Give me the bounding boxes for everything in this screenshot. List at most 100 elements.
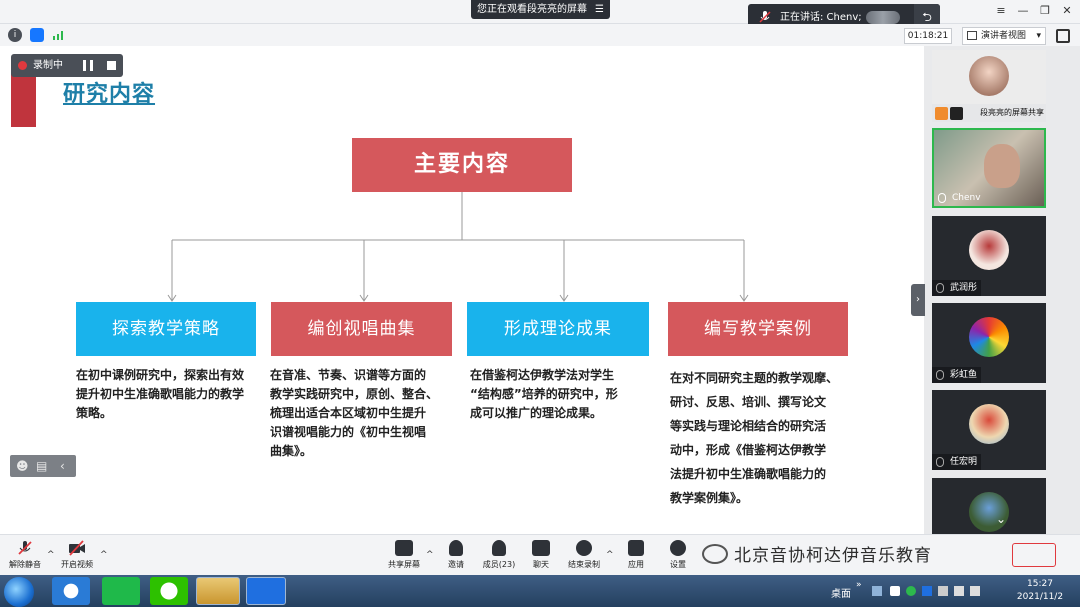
share-screen-label: 共享屏幕: [388, 560, 420, 569]
tray-app-icon[interactable]: [890, 586, 900, 596]
file-explorer-icon[interactable]: [196, 577, 240, 605]
speaker-icon[interactable]: [970, 586, 980, 596]
video-off-icon: [69, 540, 85, 556]
slide-annotation-controls[interactable]: ☻ ▤ ‹: [10, 455, 76, 477]
participant-name: Chenv: [952, 193, 981, 203]
minimize-button[interactable]: —: [1014, 4, 1032, 17]
recording-indicator: 录制中: [11, 54, 123, 77]
fullscreen-icon[interactable]: [1056, 29, 1070, 43]
invite-label: 邀请: [448, 560, 464, 569]
settings-label: 设置: [670, 560, 686, 569]
avatar: [969, 404, 1009, 444]
chevron-down-icon: ▾: [1036, 31, 1041, 41]
presenter-view-dropdown[interactable]: 演讲者视图 ▾: [962, 27, 1046, 45]
menu-icon[interactable]: ☰: [595, 0, 604, 19]
participant-name: 任宏明: [932, 454, 982, 470]
close-button[interactable]: ✕: [1058, 4, 1076, 17]
participant-tile[interactable]: Chenv: [932, 128, 1046, 208]
category-strategy: 探索教学策略: [76, 302, 256, 356]
pause-icon[interactable]: [83, 60, 93, 71]
settings-button[interactable]: 设置: [657, 540, 699, 570]
chevron-left-icon[interactable]: ‹: [60, 459, 65, 473]
end-recording-label: 结束录制: [568, 560, 600, 569]
restore-button[interactable]: ❐: [1036, 4, 1054, 17]
blurred-name: [866, 11, 900, 24]
desc-strategy: 在初中课例研究中，探索出有效 提升初中生准确歌唱能力的教学 策略。: [76, 368, 245, 420]
apps-label: 应用: [628, 560, 644, 569]
chat-button[interactable]: 聊天: [520, 540, 562, 570]
unmute-label: 解除静音: [9, 560, 41, 569]
category-cases: 编写教学案例: [668, 302, 848, 356]
presenter-view-label: 演讲者视图: [981, 31, 1027, 41]
more-menu-icon[interactable]: ≡: [992, 4, 1010, 17]
recording-label: 录制中: [33, 60, 63, 71]
shield-icon[interactable]: [30, 28, 44, 42]
watermark-text: 北京音协柯达伊音乐教育: [734, 546, 932, 566]
start-video-button[interactable]: 开启视频: [56, 540, 98, 570]
signal-icon[interactable]: [52, 29, 66, 41]
start-button[interactable]: [4, 577, 34, 607]
screen-share-icon: [950, 107, 963, 120]
share-screen-icon: [395, 540, 413, 556]
browser-app-icon[interactable]: [52, 577, 90, 605]
chevron-up-icon[interactable]: ^: [426, 550, 434, 560]
chat-label: 聊天: [533, 560, 549, 569]
participant-tile[interactable]: 段亮亮的屏幕共享: [932, 50, 1046, 122]
scroll-down-icon[interactable]: ⌄: [986, 512, 1016, 530]
shared-screen: 研究内容 主要内容 探索教学策略 编创视唱曲集 形成理论成果 编写教学案例 在初…: [0, 46, 924, 534]
face-icon[interactable]: ☻: [16, 459, 29, 473]
gear-icon: [670, 540, 686, 556]
system-clock[interactable]: 15:27 2021/11/2: [1010, 578, 1070, 604]
viewing-banner[interactable]: 您正在观看段亮亮的屏幕 ☰: [471, 0, 610, 19]
layout-icon: [967, 31, 977, 40]
meeting-tray-icon[interactable]: [922, 586, 932, 596]
chevron-right-icon[interactable]: »: [856, 580, 862, 590]
participant-tile[interactable]: 任宏明: [932, 390, 1046, 470]
participant-tile[interactable]: 彩虹鱼: [932, 303, 1046, 383]
network-icon[interactable]: [938, 586, 948, 596]
avatar: [984, 144, 1020, 188]
host-icon: [935, 107, 948, 120]
clock-date: 2021/11/2: [1016, 592, 1064, 602]
keyboard-icon[interactable]: ▤: [36, 459, 47, 473]
add-user-icon: [449, 540, 463, 556]
wechat-watermark-icon: [702, 544, 728, 564]
desktop-label[interactable]: 桌面: [831, 585, 851, 600]
end-recording-button[interactable]: 结束录制: [563, 540, 605, 570]
members-button[interactable]: 成员(23): [478, 540, 520, 570]
avatar: [969, 317, 1009, 357]
participant-name: 彩虹鱼: [932, 367, 982, 383]
chevron-up-icon[interactable]: ^: [47, 550, 55, 560]
record-dot-icon: [18, 61, 27, 70]
collapse-panel-icon[interactable]: ›: [911, 284, 925, 316]
category-theory: 形成理论成果: [467, 302, 649, 356]
stop-icon[interactable]: [107, 61, 116, 70]
keyboard-icon[interactable]: [872, 586, 882, 596]
system-tray[interactable]: [872, 585, 992, 597]
stop-record-icon: [576, 540, 592, 556]
unmute-button[interactable]: 解除静音: [4, 540, 46, 570]
info-icon[interactable]: i: [8, 28, 22, 42]
start-video-label: 开启视频: [61, 560, 93, 569]
mic-muted-icon: [18, 541, 32, 555]
share-screen-button[interactable]: 共享屏幕: [383, 540, 425, 570]
desc-collection: 在音准、节奏、识谱等方面的 教学实践研究中，原创、整合、 梳理出适合本区域初中生…: [270, 368, 439, 458]
members-icon: [492, 540, 506, 556]
wechat-app-icon[interactable]: [150, 577, 188, 605]
volume-icon[interactable]: [954, 586, 964, 596]
apps-icon: [628, 540, 644, 556]
chevron-up-icon[interactable]: ^: [606, 550, 614, 560]
desc-theory: 在借鉴柯达伊教学法对学生 “结构感”培养的研究中，形 成可以推广的理论成果。: [470, 368, 618, 420]
end-meeting-button[interactable]: [1012, 543, 1056, 567]
chevron-up-icon[interactable]: ^: [100, 550, 108, 560]
apps-button[interactable]: 应用: [615, 540, 657, 570]
meeting-timer: 01:18:21: [904, 28, 952, 44]
participant-tile[interactable]: 武润彤: [932, 216, 1046, 296]
participant-name: 武润彤: [932, 280, 982, 296]
invite-button[interactable]: 邀请: [435, 540, 477, 570]
iqiyi-app-icon[interactable]: [102, 577, 140, 605]
members-label: 成员(23): [482, 560, 516, 569]
shield-icon[interactable]: [906, 586, 916, 596]
clock-time: 15:27: [1027, 579, 1053, 589]
tencent-meeting-icon[interactable]: [246, 577, 286, 605]
